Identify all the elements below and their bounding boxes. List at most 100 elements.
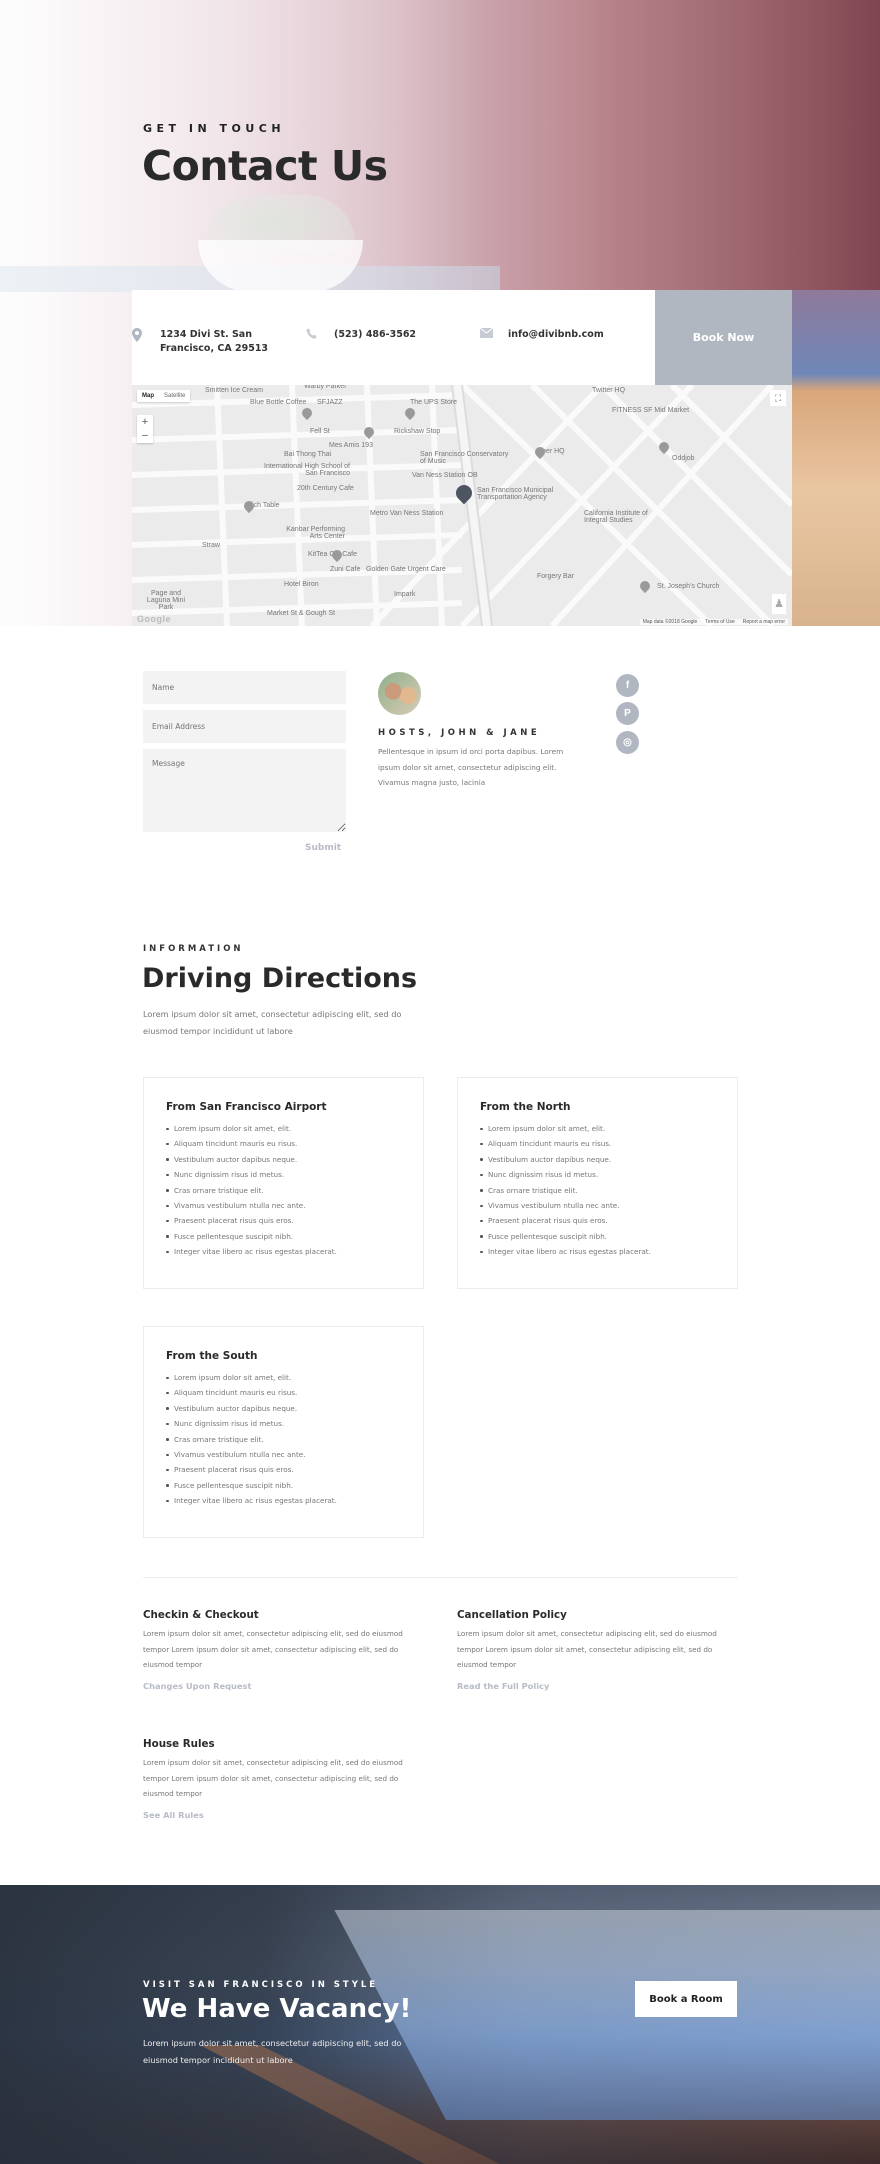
map-label: SFJAZZ [317, 399, 343, 406]
map-label: Impark [394, 591, 416, 598]
facebook-icon[interactable]: f [616, 674, 639, 697]
hero-bench-image [792, 290, 880, 626]
directions-card: From the South Lorem ipsum dolor sit ame… [143, 1326, 424, 1538]
policy-title: House Rules [143, 1738, 215, 1750]
map-label: The UPS Store [410, 399, 458, 406]
policy-text: Lorem ipsum dolor sit amet, consectetur … [457, 1629, 717, 1669]
submit-button[interactable]: Submit [305, 843, 341, 853]
map-label: Forgery Bar [537, 573, 574, 580]
list-item: Praesent placerat risus quis eros. [480, 1213, 651, 1228]
email-input[interactable] [143, 710, 346, 743]
fullscreen-icon[interactable]: ⛶ [770, 390, 786, 406]
directions-list: Lorem ipsum dolor sit amet, elit. Aliqua… [166, 1370, 337, 1509]
page-title: Contact Us [142, 142, 388, 190]
list-item: Aliquam tincidunt mauris eu risus. [166, 1385, 337, 1400]
list-item: Integer vitae libero ac risus egestas pl… [480, 1244, 651, 1259]
zoom-in-button[interactable]: + [137, 415, 153, 429]
policy-text: Lorem ipsum dolor sit amet, consectetur … [143, 1629, 403, 1669]
map-label: Kanbar Performing Arts Center [286, 526, 345, 540]
list-item: Fusce pellentesque suscipit nibh. [166, 1229, 337, 1244]
map-label: Zuni Cafe [330, 566, 361, 573]
list-item: Cras ornare tristique elit. [166, 1432, 337, 1447]
hero-pot-image [198, 240, 363, 292]
street-view-pegman-icon[interactable]: ♟ [772, 594, 786, 614]
cta-eyebrow: VISIT SAN FRANCISCO IN STYLE [143, 1980, 379, 1990]
zoom-out-button[interactable]: − [137, 429, 153, 443]
address-line-2: Francisco, CA 29513 [160, 343, 269, 354]
map-attribution: Map data ©2018 Google Terms of Use Repor… [639, 619, 788, 625]
list-item: Lorem ipsum dolor sit amet, elit. [166, 1370, 337, 1385]
map-label: Page and Laguna Mini Park [146, 590, 186, 611]
google-logo: Google [137, 614, 171, 624]
terms-link[interactable]: Terms of Use [705, 619, 734, 625]
list-item: Vivamus vestibulum ntulla nec ante. [166, 1447, 337, 1462]
pinterest-icon[interactable]: P [616, 702, 639, 725]
report-map-error-link[interactable]: Report a map error [743, 619, 785, 625]
list-item: Integer vitae libero ac risus egestas pl… [166, 1493, 337, 1508]
map-type-satellite[interactable]: Satellite [159, 390, 190, 402]
directions-list: Lorem ipsum dolor sit amet, elit. Aliqua… [480, 1121, 651, 1260]
map-type-control: Map Satellite [137, 390, 191, 402]
map-pin-icon [132, 328, 160, 346]
zoom-control: + − [137, 415, 153, 443]
list-item: Nunc dignissim risus id metus. [166, 1167, 337, 1182]
instagram-icon[interactable]: ◎ [616, 731, 639, 754]
map-label: Bai Thong Thai [284, 451, 332, 458]
map-label: San Francisco Municipal Transportation A… [477, 487, 554, 501]
hosts-avatar [378, 672, 421, 715]
list-item: Cras ornare tristique elit. [480, 1183, 651, 1198]
map-label: 20th Century Cafe [297, 485, 354, 492]
list-item: Nunc dignissim risus id metus. [480, 1167, 651, 1182]
policy-text: Lorem ipsum dolor sit amet, consectetur … [143, 1758, 403, 1798]
policy-house-rules: House Rules Lorem ipsum dolor sit amet, … [143, 1738, 433, 1820]
read-full-policy-link[interactable]: Read the Full Policy [457, 1681, 747, 1691]
map-label: Rickshaw Stop [394, 428, 441, 435]
cta-text: Lorem ipsum dolor sit amet, consectetur … [143, 2038, 402, 2065]
list-item: Vivamus vestibulum ntulla nec ante. [166, 1198, 337, 1213]
hero-eyebrow: GET IN TOUCH [143, 122, 286, 135]
contact-info-bar: 1234 Divi St. San Francisco, CA 29513 (5… [132, 290, 792, 385]
map-label: Straw [202, 542, 220, 549]
map-label: Blue Bottle Coffee [250, 399, 307, 406]
book-a-room-button[interactable]: Book a Room [635, 1981, 737, 2017]
hosts-description: Pellentesque in ipsum id orci porta dapi… [378, 747, 564, 787]
list-item: Fusce pellentesque suscipit nibh. [166, 1478, 337, 1493]
map-label: International High School of San Francis… [264, 463, 350, 477]
map-label: Fell St [310, 428, 330, 435]
list-item: Vestibulum auctor dapibus neque. [166, 1401, 337, 1416]
see-all-rules-link[interactable]: See All Rules [143, 1810, 433, 1820]
list-item: Vivamus vestibulum ntulla nec ante. [480, 1198, 651, 1213]
changes-upon-request-link[interactable]: Changes Upon Request [143, 1681, 433, 1691]
phone-icon [306, 328, 334, 344]
map-label: Hotel Biron [284, 581, 319, 588]
map-label: Van Ness Station OB [412, 472, 478, 479]
name-input[interactable] [143, 671, 346, 704]
map-label: Metro Van Ness Station [370, 510, 444, 517]
contact-address: 1234 Divi St. San Francisco, CA 29513 [132, 328, 268, 356]
list-item: Vestibulum auctor dapibus neque. [480, 1152, 651, 1167]
book-now-button[interactable]: Book Now [655, 290, 792, 385]
policy-cancellation: Cancellation Policy Lorem ipsum dolor si… [457, 1609, 747, 1691]
map-label: San Francisco Conservatory of Music [420, 451, 509, 465]
google-map[interactable]: Smitten Ice Cream Warby Parker Blue Bott… [132, 385, 792, 626]
map-label: Warby Parker [304, 385, 347, 390]
map-label: FITNESS SF Mid Market [612, 407, 690, 414]
map-label: Golden Gate Urgent Care [366, 566, 446, 573]
list-item: Praesent placerat risus quis eros. [166, 1213, 337, 1228]
email-address[interactable]: info@divibnb.com [508, 328, 604, 342]
map-label: Twitter HQ [592, 387, 626, 394]
contact-email: info@divibnb.com [479, 327, 604, 342]
map-label: Market St & Gough St [267, 610, 336, 617]
list-item: Integer vitae libero ac risus egestas pl… [166, 1244, 337, 1259]
list-item: Lorem ipsum dolor sit amet, elit. [480, 1121, 651, 1136]
message-textarea[interactable] [143, 749, 346, 832]
hosts-title: HOSTS, JOHN & JANE [378, 728, 541, 738]
list-item: Cras ornare tristique elit. [166, 1183, 337, 1198]
directions-list: Lorem ipsum dolor sit amet, elit. Aliqua… [166, 1121, 337, 1260]
list-item: Lorem ipsum dolor sit amet, elit. [166, 1121, 337, 1136]
map-label: California Institute of Integral Studies [584, 510, 648, 524]
vacancy-cta-section [0, 1885, 880, 2164]
phone-number[interactable]: (523) 486-3562 [334, 328, 416, 342]
policy-title: Checkin & Checkout [143, 1609, 259, 1621]
map-type-map[interactable]: Map [137, 390, 159, 402]
